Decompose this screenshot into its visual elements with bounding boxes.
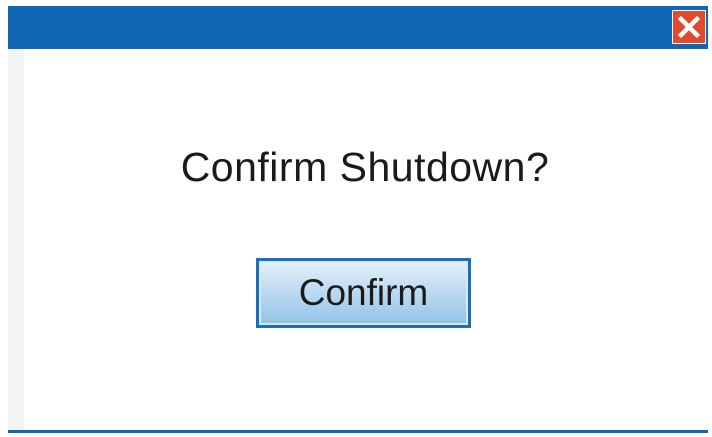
dialog-body [24,49,708,430]
confirm-button[interactable]: Confirm [256,258,471,328]
title-bar [8,6,708,49]
dialog-left-edge [8,49,24,430]
close-button[interactable] [672,10,706,44]
close-icon [677,15,701,39]
dialog-message: Confirm Shutdown? [180,144,550,190]
shutdown-dialog: Confirm Shutdown? Confirm [0,0,712,437]
bottom-border [8,430,708,433]
